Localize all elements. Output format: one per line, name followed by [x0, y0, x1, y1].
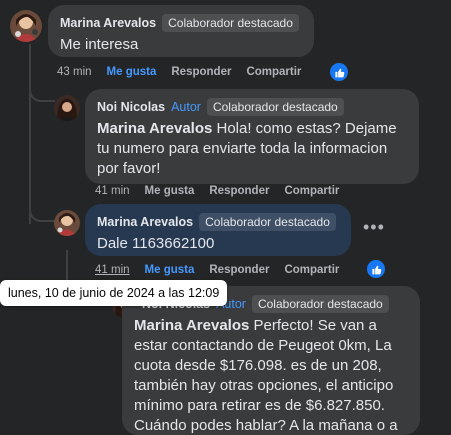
- comment-author[interactable]: Marina Arevalos: [60, 16, 156, 30]
- like-button[interactable]: Me gusta: [107, 66, 157, 78]
- thread-elbow: [29, 200, 55, 222]
- comment-bubble: Noi Nicolas Autor Colaborador destacado …: [122, 286, 420, 435]
- comment-text: Marina Arevalos Perfecto! Se van a estar…: [134, 317, 398, 434]
- like-button[interactable]: Me gusta: [145, 185, 195, 197]
- reply-button[interactable]: Responder: [209, 264, 269, 276]
- top-fan-badge: Colaborador destacado: [199, 213, 336, 231]
- comment-bubble: Noi Nicolas Autor Colaborador destacado …: [85, 89, 419, 184]
- avatar-marina[interactable]: [54, 210, 80, 236]
- like-reaction-icon[interactable]: [367, 260, 385, 278]
- avatar-noi[interactable]: [54, 95, 80, 121]
- comment-actions: 43 min Me gusta Responder Compartir: [57, 66, 316, 78]
- comment-author[interactable]: Marina Arevalos: [97, 215, 193, 229]
- share-button[interactable]: Compartir: [246, 66, 301, 78]
- like-reaction-icon[interactable]: [330, 63, 348, 81]
- top-fan-badge: Colaborador destacado: [251, 295, 389, 313]
- thread-elbow: [29, 80, 55, 102]
- avatar-marina[interactable]: [10, 10, 42, 42]
- comment-time[interactable]: 43 min: [57, 66, 92, 78]
- more-options-icon[interactable]: •••: [363, 217, 385, 238]
- mention-link[interactable]: Marina Arevalos: [97, 120, 212, 137]
- timestamp-tooltip: lunes, 10 de junio de 2024 a las 12:09: [0, 280, 228, 306]
- share-button[interactable]: Compartir: [284, 185, 339, 197]
- comment-actions: 41 min Me gusta Responder Compartir: [95, 185, 354, 197]
- comment-bubble: Marina Arevalos Colaborador destacado Me…: [48, 5, 314, 57]
- mention-link[interactable]: Marina Arevalos: [134, 317, 249, 334]
- share-button[interactable]: Compartir: [284, 264, 339, 276]
- author-label: Autor: [171, 100, 201, 114]
- comment-bubble-highlighted: Marina Arevalos Colaborador destacado Da…: [85, 204, 351, 256]
- reply-button[interactable]: Responder: [171, 66, 231, 78]
- comment-text: Marina Arevalos Hola! como estas? Dejame…: [97, 120, 397, 177]
- comment-actions: 41 min Me gusta Responder Compartir: [95, 264, 354, 276]
- top-fan-badge: Colaborador destacado: [206, 98, 344, 116]
- comment-text: Me interesa: [60, 36, 139, 53]
- comment-time[interactable]: 41 min: [95, 185, 130, 197]
- reply-button[interactable]: Responder: [209, 185, 269, 197]
- top-fan-badge: Colaborador destacado: [162, 14, 299, 32]
- comment-time[interactable]: 41 min: [95, 264, 130, 276]
- comment-author[interactable]: Noi Nicolas: [97, 100, 165, 114]
- comment-text: Dale 1163662100: [97, 235, 215, 252]
- thread-line: [29, 44, 31, 224]
- like-button[interactable]: Me gusta: [145, 264, 195, 276]
